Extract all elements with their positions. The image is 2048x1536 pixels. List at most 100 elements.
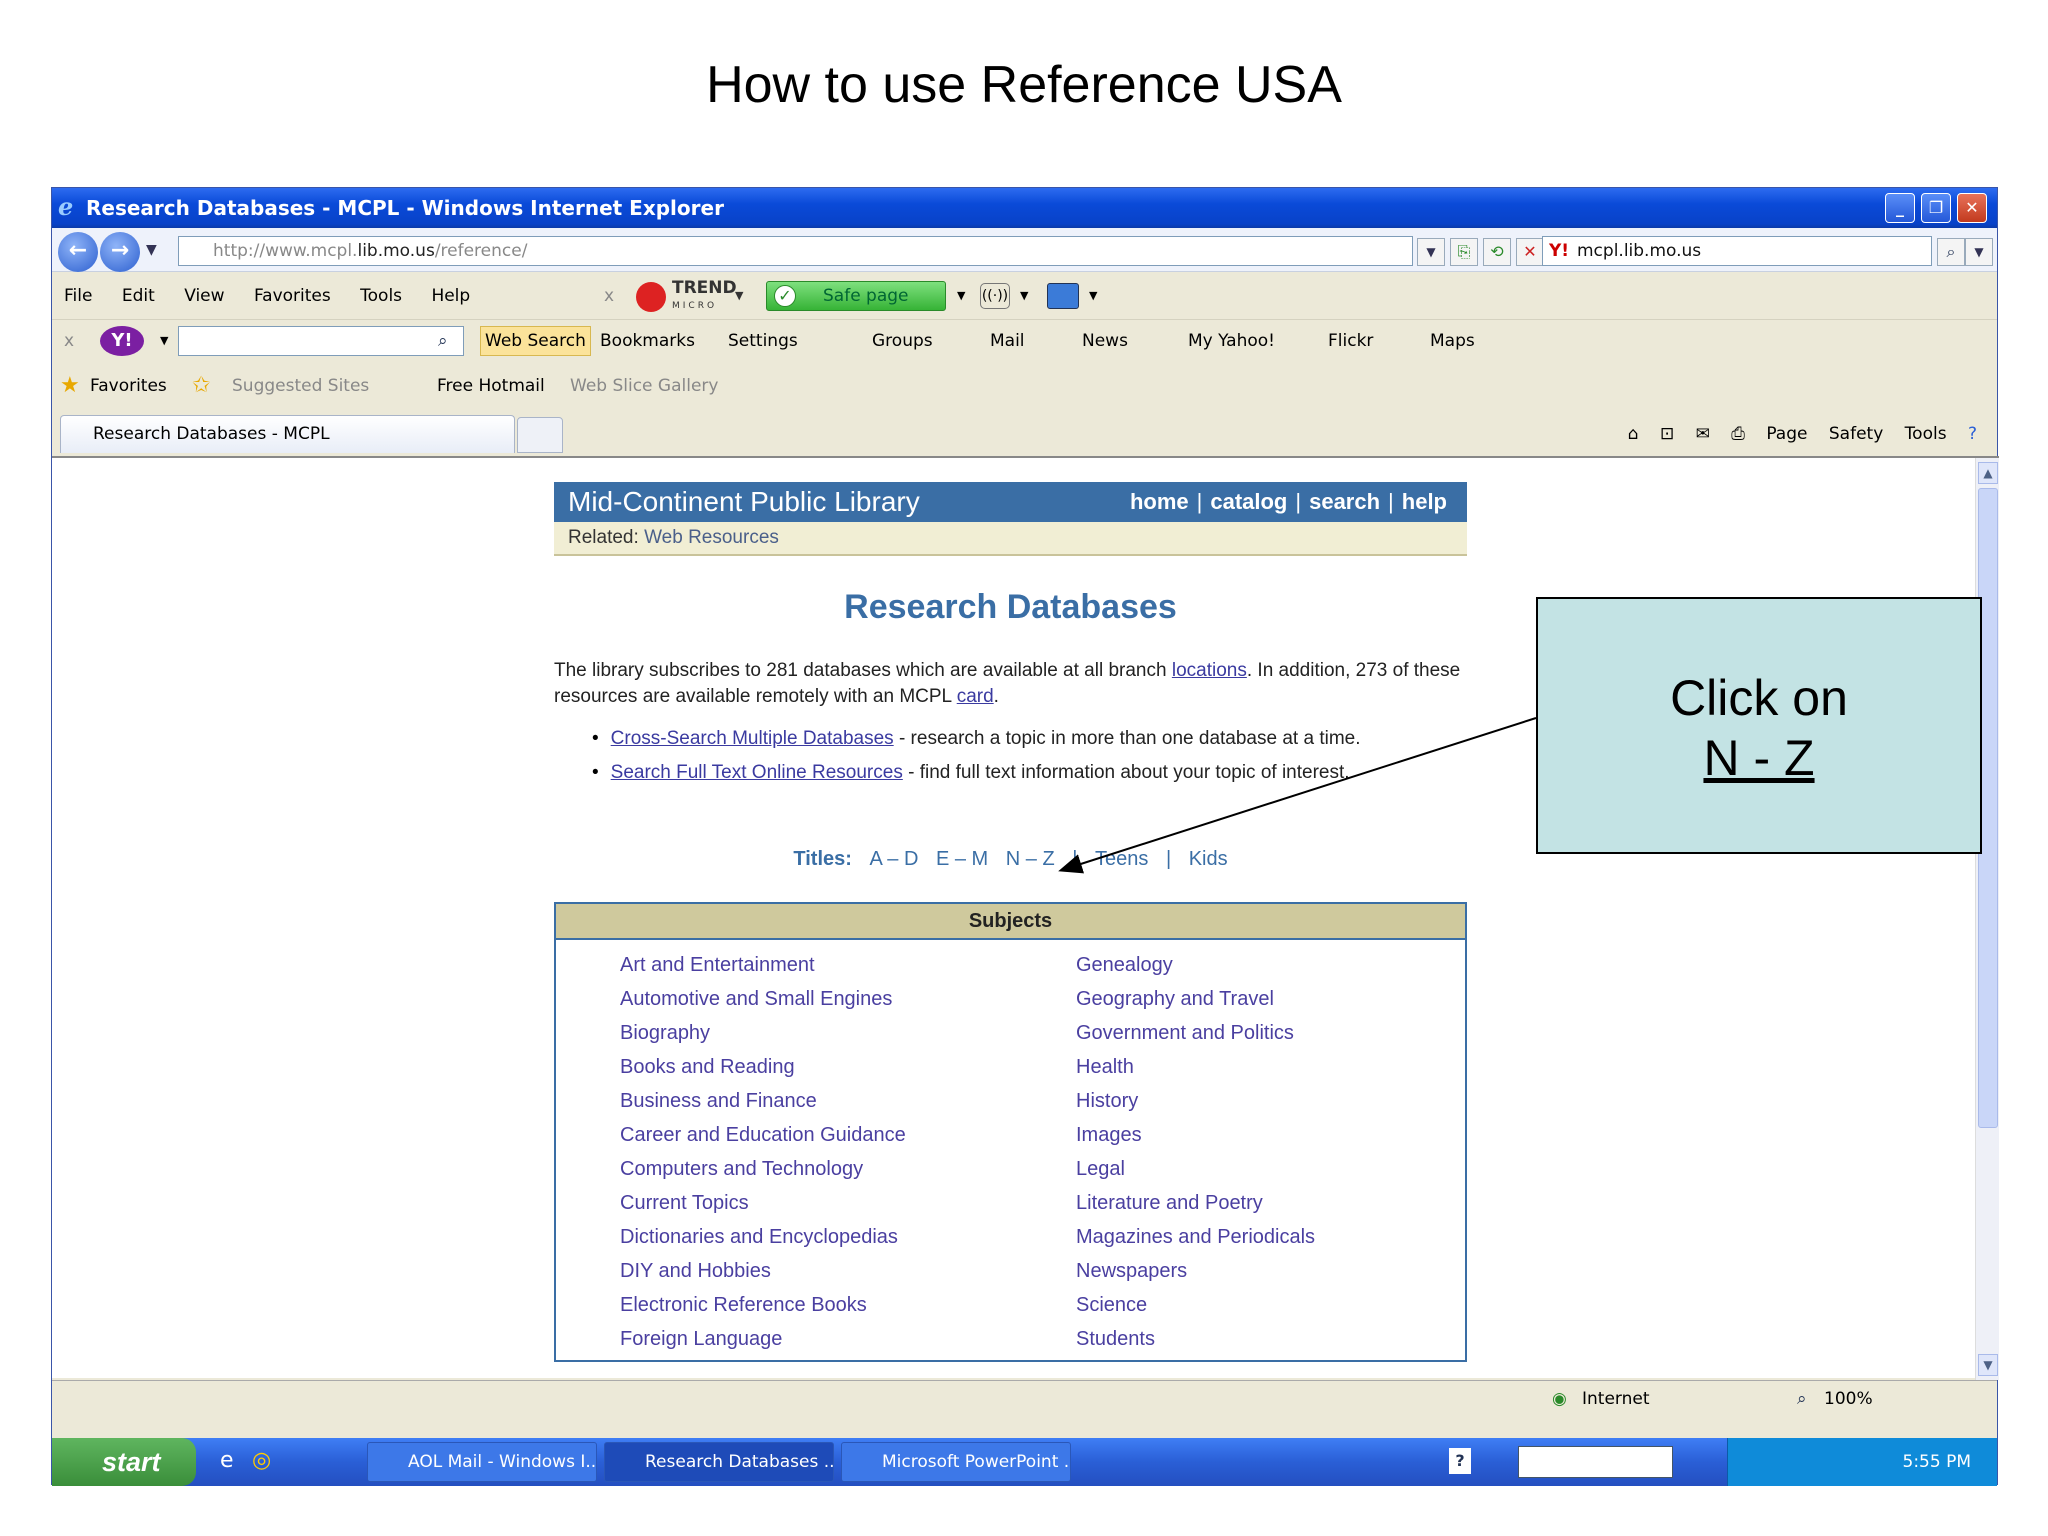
back-button[interactable]: ← <box>58 232 98 272</box>
titles-n-z-link[interactable]: N – Z <box>1006 848 1055 870</box>
forward-button[interactable]: → <box>100 232 140 272</box>
print-icon[interactable]: ⎙ <box>1731 424 1745 444</box>
search-go-icon[interactable]: ⌕ <box>1937 238 1965 266</box>
search-options-icon[interactable]: ▼ <box>1965 238 1993 266</box>
scroll-down-icon[interactable]: ▼ <box>1978 1354 1998 1376</box>
taskbar-item-aol[interactable]: AOL Mail - Windows I... <box>367 1442 597 1482</box>
menu-help[interactable]: Help <box>431 286 470 306</box>
outlook-quicklaunch-icon[interactable]: ◎ <box>252 1448 271 1473</box>
yahoo-groups[interactable]: Groups <box>872 320 933 362</box>
help-tray-icon[interactable]: ? <box>1449 1448 1471 1474</box>
history-dropdown-icon[interactable]: ▼ <box>146 242 157 258</box>
google-search-input[interactable] <box>1518 1446 1673 1478</box>
ie-quicklaunch-icon[interactable]: e <box>220 1448 234 1473</box>
add-favorite-icon[interactable]: ✩ <box>192 363 210 409</box>
subject-link[interactable]: Magazines and Periodicals <box>1076 1220 1516 1254</box>
tab-research-databases[interactable]: Research Databases - MCPL <box>60 415 515 453</box>
menu-view[interactable]: View <box>184 286 224 306</box>
yahoo-settings[interactable]: Settings <box>728 320 798 362</box>
nav-catalog[interactable]: catalog <box>1210 489 1287 514</box>
subject-link[interactable]: Electronic Reference Books <box>620 1288 1060 1322</box>
subject-link[interactable]: Students <box>1076 1322 1516 1356</box>
new-tab-button[interactable] <box>517 417 563 453</box>
close-button[interactable]: ✕ <box>1957 193 1987 223</box>
address-input[interactable]: http://www.mcpl.lib.mo.us/reference/ <box>178 236 1413 266</box>
page-menu[interactable]: Page <box>1766 424 1807 444</box>
favorites-button[interactable]: Favorites <box>90 363 167 409</box>
subject-link[interactable]: Dictionaries and Encyclopedias <box>620 1220 1060 1254</box>
minimize-button[interactable]: _ <box>1885 193 1915 223</box>
nav-help[interactable]: help <box>1402 489 1447 514</box>
safe-dropdown-icon[interactable]: ▼ <box>957 273 965 319</box>
locations-link[interactable]: locations <box>1172 660 1247 681</box>
mail-icon[interactable]: ✉ <box>1696 424 1710 444</box>
zoom-icon[interactable]: ⌕ <box>1797 1381 1807 1417</box>
nav-search[interactable]: search <box>1309 489 1380 514</box>
subject-link[interactable]: Foreign Language <box>620 1322 1060 1356</box>
home-icon[interactable]: ⌂ <box>1628 424 1639 444</box>
clock[interactable]: 5:55 PM <box>1903 1452 1972 1472</box>
trend-close-icon[interactable]: x <box>604 273 614 319</box>
restore-button[interactable]: ❐ <box>1921 193 1951 223</box>
subject-link[interactable]: Current Topics <box>620 1186 1060 1220</box>
compat-view-icon[interactable]: ⎘ <box>1450 238 1478 266</box>
subject-link[interactable]: Biography <box>620 1016 1060 1050</box>
refresh-icon[interactable]: ⟲ <box>1483 238 1511 266</box>
yahoo-my-yahoo[interactable]: My Yahoo! <box>1188 320 1275 362</box>
subject-link[interactable]: Geography and Travel <box>1076 982 1516 1016</box>
address-dropdown-icon[interactable]: ▼ <box>1417 238 1445 266</box>
menu-edit[interactable]: Edit <box>122 286 155 306</box>
web-slice-gallery[interactable]: Web Slice Gallery <box>570 363 718 409</box>
web-resources-link[interactable]: Web Resources <box>644 527 779 548</box>
suggested-sites[interactable]: Suggested Sites <box>232 363 369 409</box>
yahoo-flickr[interactable]: Flickr <box>1328 320 1373 362</box>
yahoo-maps[interactable]: Maps <box>1430 320 1475 362</box>
titles-e-m-link[interactable]: E – M <box>936 848 988 870</box>
help-icon[interactable]: ? <box>1968 424 1977 444</box>
subject-link[interactable]: Business and Finance <box>620 1084 1060 1118</box>
subject-link[interactable]: Career and Education Guidance <box>620 1118 1060 1152</box>
subject-link[interactable]: Newspapers <box>1076 1254 1516 1288</box>
titles-a-d-link[interactable]: A – D <box>869 848 918 870</box>
feeds-icon[interactable]: ⊡ <box>1660 424 1674 444</box>
yahoo-close-icon[interactable]: x <box>64 320 74 362</box>
taskbar-item-powerpoint[interactable]: Microsoft PowerPoint ... <box>841 1442 1071 1482</box>
web-search-button[interactable]: Web Search <box>480 326 591 356</box>
yahoo-news[interactable]: News <box>1082 320 1128 362</box>
card-link[interactable]: card <box>957 686 994 707</box>
free-hotmail[interactable]: Free Hotmail <box>437 363 545 409</box>
keyboard-icon[interactable] <box>1047 283 1079 309</box>
kids-link[interactable]: Kids <box>1189 848 1228 870</box>
subject-link[interactable]: Computers and Technology <box>620 1152 1060 1186</box>
taskbar-item-research[interactable]: Research Databases ... <box>604 1442 834 1482</box>
subject-link[interactable]: Legal <box>1076 1152 1516 1186</box>
subject-link[interactable]: DIY and Hobbies <box>620 1254 1060 1288</box>
yahoo-dropdown-icon[interactable]: ▼ <box>160 320 168 362</box>
yahoo-search-input[interactable] <box>178 326 464 356</box>
subject-link[interactable]: Art and Entertainment <box>620 948 1060 982</box>
trend-dropdown-icon[interactable]: ▼ <box>735 273 743 319</box>
safety-menu[interactable]: Safety <box>1829 424 1883 444</box>
zoom-level[interactable]: 100% <box>1824 1381 1873 1417</box>
stop-icon[interactable]: ✕ <box>1516 238 1544 266</box>
nav-home[interactable]: home <box>1130 489 1189 514</box>
subject-link[interactable]: Images <box>1076 1118 1516 1152</box>
menu-favorites[interactable]: Favorites <box>254 286 331 306</box>
wireless-icon[interactable]: ((·)) <box>980 283 1010 309</box>
start-button[interactable]: start <box>52 1438 196 1486</box>
keyboard-dropdown-icon[interactable]: ▼ <box>1089 273 1097 319</box>
teens-link[interactable]: Teens <box>1095 848 1148 870</box>
search-input[interactable]: Y! mcpl.lib.mo.us <box>1542 236 1932 266</box>
subject-link[interactable]: History <box>1076 1084 1516 1118</box>
subject-link[interactable]: Science <box>1076 1288 1516 1322</box>
menu-tools[interactable]: Tools <box>360 286 402 306</box>
subject-link[interactable]: Books and Reading <box>620 1050 1060 1084</box>
subject-link[interactable]: Health <box>1076 1050 1516 1084</box>
full-text-link[interactable]: Search Full Text Online Resources <box>611 762 903 783</box>
wireless-dropdown-icon[interactable]: ▼ <box>1020 273 1028 319</box>
tools-menu[interactable]: Tools <box>1905 424 1947 444</box>
subject-link[interactable]: Literature and Poetry <box>1076 1186 1516 1220</box>
scroll-up-icon[interactable]: ▲ <box>1978 462 1998 484</box>
subject-link[interactable]: Automotive and Small Engines <box>620 982 1060 1016</box>
menu-file[interactable]: File <box>64 286 92 306</box>
